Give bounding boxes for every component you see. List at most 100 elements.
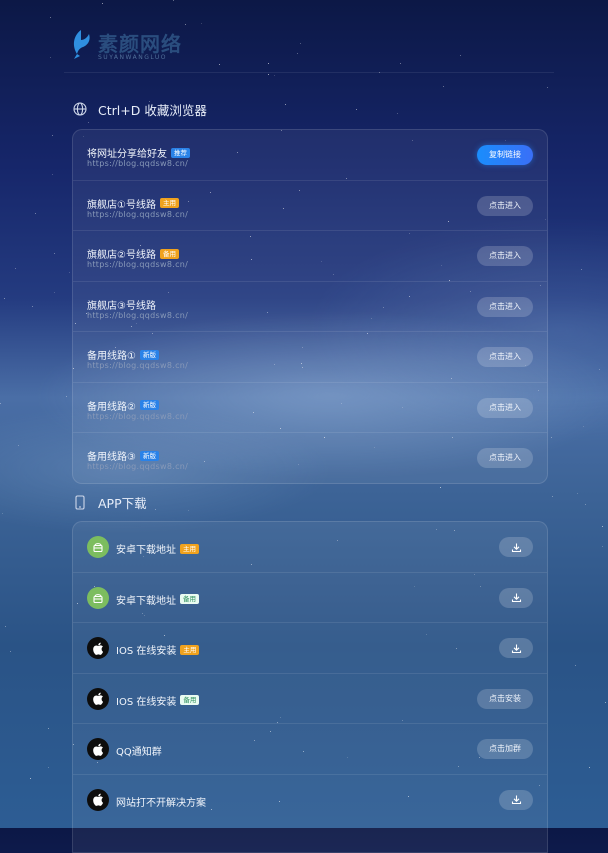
globe-icon — [72, 101, 88, 117]
status-badge: 新版 — [139, 400, 159, 410]
star-dot — [30, 777, 32, 779]
star-dot — [68, 271, 70, 273]
star-dot — [31, 305, 33, 307]
star-dot — [17, 444, 19, 446]
apple-icon — [87, 738, 109, 760]
row-url: https://blog.qqdsw8.cn/ — [87, 411, 189, 421]
row-title: 备用线路② 新版 — [87, 398, 159, 413]
enter-button[interactable]: 点击进入 — [477, 347, 533, 367]
row-url: https://blog.qqdsw8.cn/ — [87, 209, 189, 219]
status-badge: 主用 — [180, 543, 199, 554]
apps-section-title: APP下载 — [72, 492, 147, 512]
star-dot — [4, 297, 6, 299]
star-dot — [51, 135, 53, 137]
star-dot — [48, 766, 50, 768]
star-dot — [50, 56, 52, 58]
row-title-text: 网站打不开解决方案 — [116, 797, 206, 809]
star-dot — [580, 269, 582, 270]
row-title: 旗舰店③号线路 — [87, 297, 156, 312]
favorite-row: 旗舰店②号线路 备用 https://blog.qqdsw8.cn/点击进入 — [73, 231, 547, 282]
status-badge: 备用 — [180, 594, 199, 604]
row-title: 备用线路③ 新版 — [87, 448, 159, 463]
row-title: 将网址分享给好友 推荐 — [87, 145, 190, 160]
star-dot — [285, 103, 287, 105]
row-url: https://blog.qqdsw8.cn/ — [87, 260, 189, 269]
copy-link-button[interactable]: 复制链接 — [477, 145, 533, 165]
row-title: IOS 在线安装 主用 — [116, 642, 200, 657]
favorite-row: 备用线路② 新版 https://blog.qqdsw8.cn/点击进入 — [73, 383, 547, 433]
app-download-row: IOS 在线安装 主用 — [73, 623, 547, 674]
row-url: https://blog.qqdsw8.cn/ — [87, 361, 189, 370]
star-dot — [588, 767, 590, 769]
star-dot — [599, 369, 601, 370]
download-icon — [511, 542, 522, 553]
favorites-section-title: Ctrl+D 收藏浏览器 — [72, 99, 207, 119]
action-button[interactable]: 点击安装 — [477, 688, 533, 709]
star-dot — [268, 74, 270, 75]
star-dot — [47, 727, 49, 729]
star-dot — [396, 112, 398, 114]
apps-title-text: APP下载 — [98, 495, 147, 511]
brand-name: 素颜网络 — [98, 32, 182, 56]
android-icon — [87, 586, 109, 609]
star-dot — [440, 487, 442, 489]
row-title-text: 备用线路③ — [87, 452, 136, 463]
row-title-text: 旗舰店③号线路 — [87, 300, 156, 312]
star-dot — [101, 2, 103, 4]
star-dot — [14, 268, 16, 269]
star-dot — [584, 504, 586, 506]
row-title: 安卓下载地址 备用 — [116, 592, 199, 607]
star-dot — [550, 437, 552, 439]
star-dot — [576, 493, 578, 495]
brand-logo[interactable]: 素颜网络 SUYANWANGLUO — [68, 26, 188, 66]
action-button[interactable]: 点击加群 — [477, 739, 533, 759]
favorites-title-text: Ctrl+D 收藏浏览器 — [98, 102, 207, 118]
header-divider — [64, 72, 554, 73]
star-dot — [66, 395, 68, 397]
enter-button[interactable]: 点击进入 — [477, 397, 533, 418]
star-dot — [172, 0, 174, 1]
app-download-row: 安卓下载地址 备用 — [73, 573, 547, 623]
star-dot — [583, 426, 585, 427]
download-icon — [511, 643, 522, 654]
star-dot — [155, 509, 157, 511]
download-icon — [511, 592, 522, 603]
download-button[interactable] — [499, 537, 533, 557]
star-dot — [10, 651, 12, 652]
status-badge: 推荐 — [171, 147, 190, 158]
star-dot — [34, 212, 36, 214]
header: 素颜网络 SUYANWANGLUO — [68, 22, 554, 66]
status-badge: 主用 — [159, 198, 179, 208]
favorites-card: 将网址分享给好友 推荐 https://blog.qqdsw8.cn/复制链接旗舰店… — [72, 129, 548, 484]
fish-logo-icon — [73, 30, 90, 59]
enter-button[interactable]: 点击进入 — [477, 448, 533, 468]
star-dot — [5, 626, 7, 628]
star-dot — [601, 525, 603, 527]
star-dot — [551, 496, 553, 498]
row-title: IOS 在线安装 备用 — [116, 693, 200, 708]
star-dot — [49, 17, 51, 19]
download-button[interactable] — [499, 638, 533, 658]
star-dot — [53, 252, 55, 254]
star-dot — [547, 86, 549, 88]
apple-icon — [87, 637, 109, 659]
enter-button[interactable]: 点击进入 — [477, 246, 533, 266]
status-badge: 新版 — [139, 349, 159, 360]
favorite-row: 备用线路① 新版 https://blog.qqdsw8.cn/点击进入 — [73, 332, 547, 383]
favorite-row: 旗舰店①号线路 主用 https://blog.qqdsw8.cn/点击进入 — [73, 181, 547, 231]
star-dot — [2, 513, 4, 514]
star-dot — [87, 121, 89, 123]
row-url: https://blog.qqdsw8.cn/ — [87, 310, 189, 320]
favorite-row: 旗舰店③号线路 https://blog.qqdsw8.cn/点击进入 — [73, 282, 547, 332]
star-dot — [575, 664, 577, 666]
enter-button[interactable]: 点击进入 — [477, 195, 533, 216]
download-button[interactable] — [499, 789, 533, 810]
row-title: 网站打不开解决方案 — [116, 794, 206, 809]
status-badge: 主用 — [180, 644, 200, 655]
apple-icon — [87, 788, 109, 811]
enter-button[interactable]: 点击进入 — [477, 296, 533, 317]
row-title: QQ通知群 — [116, 743, 162, 758]
star-dot — [273, 74, 275, 76]
android-icon — [87, 536, 109, 558]
download-button[interactable] — [499, 587, 533, 608]
